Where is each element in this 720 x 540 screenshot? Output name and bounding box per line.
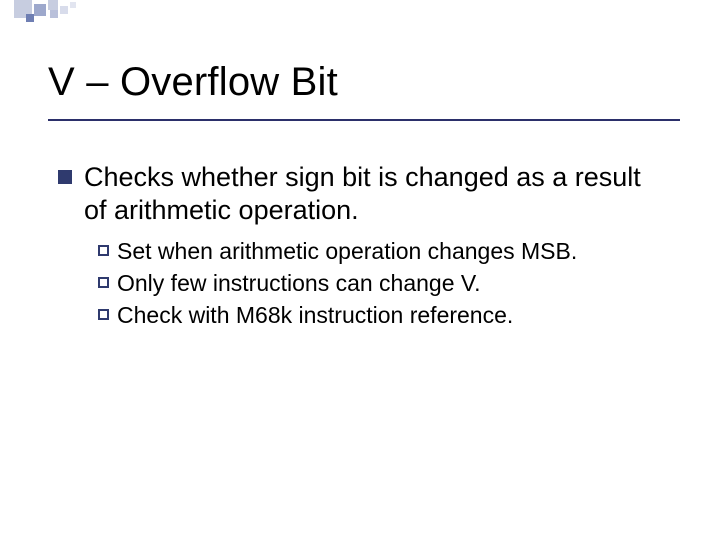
- level1-text: Checks whether sign bit is changed as a …: [84, 161, 644, 227]
- deco-square: [50, 10, 58, 18]
- open-square-bullet-icon: [98, 309, 109, 320]
- deco-square: [60, 6, 68, 14]
- level2-text: Set when arithmetic operation changes MS…: [117, 237, 577, 267]
- bullet-level1: Checks whether sign bit is changed as a …: [58, 161, 680, 227]
- bullet-level2: Only few instructions can change V.: [98, 269, 680, 299]
- level2-text: Only few instructions can change V.: [117, 269, 481, 299]
- open-square-bullet-icon: [98, 245, 109, 256]
- slide-content: V – Overflow Bit Checks whether sign bit…: [48, 60, 680, 333]
- deco-square: [70, 2, 76, 8]
- title-rule: [48, 119, 680, 121]
- deco-square: [34, 4, 46, 16]
- deco-square: [26, 14, 34, 22]
- bullet-level2: Set when arithmetic operation changes MS…: [98, 237, 680, 267]
- deco-square: [48, 0, 58, 10]
- level2-text: Check with M68k instruction reference.: [117, 301, 513, 331]
- open-square-bullet-icon: [98, 277, 109, 288]
- square-bullet-icon: [58, 170, 72, 184]
- slide-body: Checks whether sign bit is changed as a …: [58, 161, 680, 331]
- level2-group: Set when arithmetic operation changes MS…: [98, 237, 680, 331]
- corner-decoration: [0, 0, 720, 30]
- bullet-level2: Check with M68k instruction reference.: [98, 301, 680, 331]
- slide-title: V – Overflow Bit: [48, 60, 680, 105]
